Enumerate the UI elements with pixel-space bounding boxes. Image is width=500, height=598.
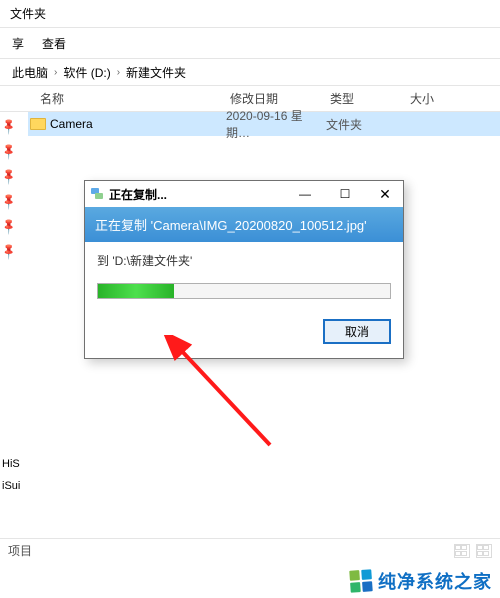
sidebar-partial-labels: HiS iSui: [0, 458, 20, 502]
maximize-button[interactable]: ☐: [327, 181, 363, 207]
dialog-body: 到 'D:\新建文件夹' 取消: [85, 242, 403, 358]
pin-icon: 📌: [0, 242, 19, 261]
row-type: 文件夹: [326, 116, 406, 133]
close-button[interactable]: ✕: [367, 181, 403, 207]
dialog-titlebar[interactable]: 正在复制... — ☐ ✕: [85, 181, 403, 207]
header-size[interactable]: 大小: [410, 90, 470, 107]
header-name[interactable]: 名称: [40, 90, 230, 107]
tab-share[interactable]: 享: [12, 35, 24, 52]
sidebar-item-label[interactable]: iSui: [0, 480, 20, 502]
breadcrumb-root[interactable]: 此电脑: [12, 64, 48, 81]
row-name: Camera: [50, 117, 93, 131]
pin-icon: 📌: [0, 142, 19, 161]
view-mode-icons: [454, 544, 492, 558]
pin-icon: 📌: [0, 192, 19, 211]
row-date: 2020-09-16 星期…: [226, 107, 326, 141]
watermark-text: 纯净系统之家: [378, 568, 492, 594]
copy-dialog: 正在复制... — ☐ ✕ 正在复制 'Camera\IMG_20200820_…: [84, 180, 404, 359]
dialog-footer: 取消: [97, 315, 391, 344]
watermark: 纯净系统之家: [350, 568, 492, 594]
row-name-cell: Camera: [28, 117, 226, 131]
sidebar-item-label[interactable]: HiS: [0, 458, 20, 480]
dialog-destination: 到 'D:\新建文件夹': [97, 252, 391, 269]
quick-access-pins: 📌 📌 📌 📌 📌 📌: [2, 120, 16, 270]
cancel-button[interactable]: 取消: [323, 319, 391, 344]
progress-bar: [97, 283, 391, 299]
title-suffix: 文件夹: [10, 5, 46, 22]
table-row[interactable]: Camera 2020-09-16 星期… 文件夹: [28, 112, 500, 136]
folder-icon: [30, 118, 46, 130]
dialog-title: 正在复制...: [109, 186, 283, 203]
dest-prefix: 到: [97, 254, 112, 268]
window-titlebar: 文件夹: [0, 0, 500, 28]
banner-prefix: 正在复制: [95, 218, 151, 233]
chevron-right-icon: ›: [117, 67, 120, 78]
progress-fill: [98, 284, 174, 298]
watermark-logo-icon: [349, 569, 372, 592]
large-icons-view-icon[interactable]: [476, 544, 492, 558]
breadcrumb-drive[interactable]: 软件 (D:): [63, 64, 110, 81]
breadcrumb[interactable]: 此电脑 › 软件 (D:) › 新建文件夹: [0, 58, 500, 86]
ribbon-toolbar: 享 查看: [0, 28, 500, 58]
status-text: 项目: [8, 542, 32, 559]
file-list: Camera 2020-09-16 星期… 文件夹: [0, 112, 500, 136]
status-bar: 项目: [0, 538, 500, 562]
copy-icon: [91, 188, 105, 200]
dialog-banner: 正在复制 'Camera\IMG_20200820_100512.jpg': [85, 207, 403, 242]
chevron-right-icon: ›: [54, 67, 57, 78]
banner-file: 'Camera\IMG_20200820_100512.jpg': [151, 218, 367, 233]
pin-icon: 📌: [0, 217, 19, 236]
minimize-button[interactable]: —: [287, 181, 323, 207]
tab-view[interactable]: 查看: [42, 35, 66, 52]
breadcrumb-folder[interactable]: 新建文件夹: [126, 64, 186, 81]
header-date[interactable]: 修改日期: [230, 90, 330, 107]
dest-path: 'D:\新建文件夹': [112, 254, 192, 268]
pin-icon: 📌: [0, 167, 19, 186]
header-type[interactable]: 类型: [330, 90, 410, 107]
details-view-icon[interactable]: [454, 544, 470, 558]
pin-icon: 📌: [0, 117, 19, 136]
